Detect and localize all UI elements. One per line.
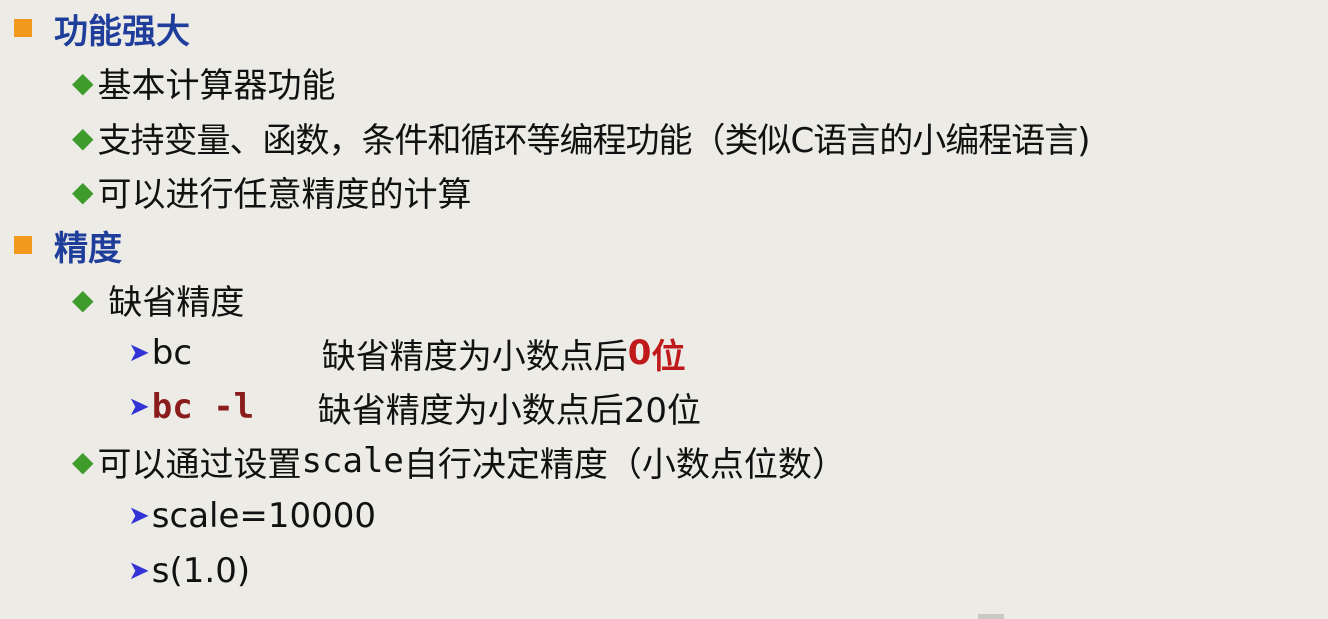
description-text: 缺省精度为小数点后 [321, 336, 628, 377]
heading-text: 功能强大 [54, 11, 190, 52]
list-item-text: 缺省精度 [97, 282, 245, 323]
bottom-edge-fragment [978, 614, 1004, 619]
sub-item-bc-l: ➤ bc -l 缺省精度为小数点后20位 [128, 381, 701, 433]
heading-text: 精度 [54, 228, 122, 269]
sub-item-scale-example: ➤ scale=10000 [128, 490, 376, 542]
scale-keyword: scale [301, 441, 404, 481]
list-item-scale: ◆ 可以通过设置 scale 自行决定精度（小数点位数） [72, 435, 846, 487]
section-heading-features: 功能强大 [14, 2, 190, 54]
list-item-text-post: 自行决定精度（小数点位数） [403, 444, 846, 485]
emphasis-unit: 位 [651, 336, 686, 377]
diamond-bullet-icon: ◆ [72, 174, 94, 208]
arrow-bullet-icon: ➤ [128, 392, 150, 422]
list-item-programming: ◆ 支持变量、函数，条件和循环等编程功能（类似C语言的小编程语言) [72, 111, 1091, 163]
arrow-bullet-icon: ➤ [128, 338, 150, 368]
square-bullet-icon [14, 236, 32, 254]
list-item-text: 基本计算器功能 [97, 65, 336, 106]
list-item-default-precision: ◆ 缺省精度 [72, 273, 244, 325]
diamond-bullet-icon: ◆ [72, 65, 94, 99]
list-item-calculator: ◆ 基本计算器功能 [72, 56, 336, 108]
square-bullet-icon [14, 19, 32, 37]
list-item-precision: ◆ 可以进行任意精度的计算 [72, 165, 472, 217]
section-heading-precision: 精度 [14, 219, 122, 271]
example-text: scale=10000 [151, 496, 377, 536]
list-item-text: 可以进行任意精度的计算 [97, 174, 472, 215]
diamond-bullet-icon: ◆ [72, 120, 94, 154]
command-text: bc -l [151, 387, 255, 427]
sub-item-sine-example: ➤ s(1.0) [128, 545, 250, 597]
diamond-bullet-icon: ◆ [72, 444, 94, 478]
emphasis-digit: 0 [627, 333, 652, 373]
list-item-text-pre: 可以通过设置 [97, 444, 302, 485]
description-text: 缺省精度为小数点后20位 [317, 390, 702, 431]
arrow-bullet-icon: ➤ [128, 556, 150, 586]
example-text: s(1.0) [151, 551, 251, 591]
diamond-bullet-icon: ◆ [72, 282, 94, 316]
arrow-bullet-icon: ➤ [128, 501, 150, 531]
sub-item-bc: ➤ bc 缺省精度为小数点后 0 位 [128, 327, 685, 379]
list-item-text: 支持变量、函数，条件和循环等编程功能（类似C语言的小编程语言) [97, 120, 1091, 161]
command-text: bc [151, 333, 193, 373]
